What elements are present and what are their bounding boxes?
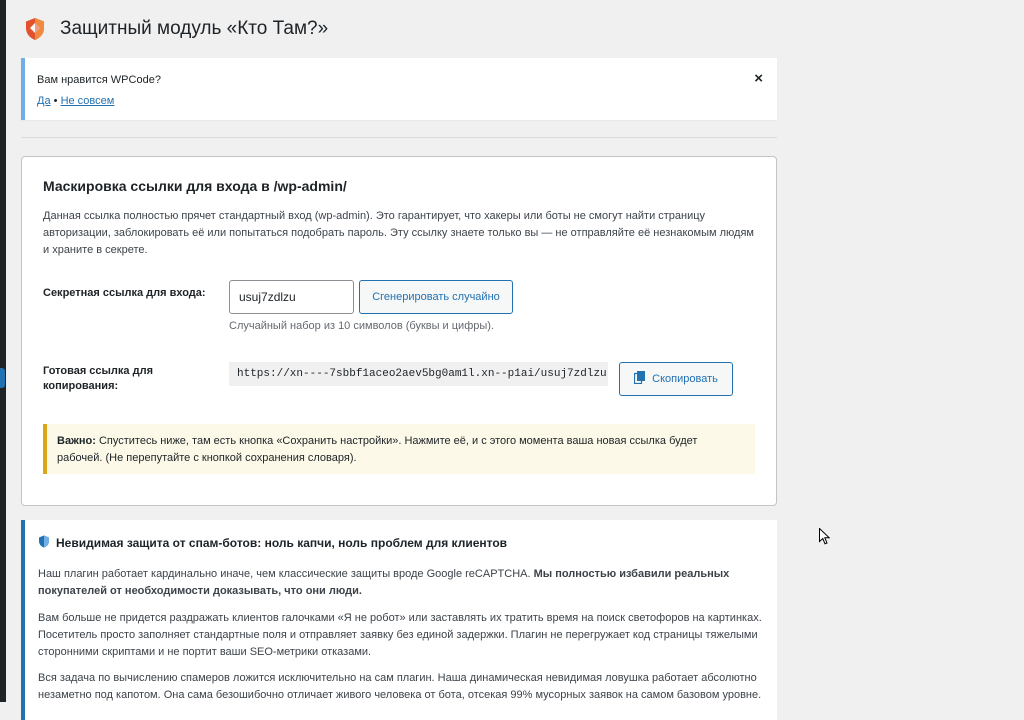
separator-line — [21, 137, 777, 138]
secret-link-hint: Случайный набор из 10 символов (буквы и … — [229, 320, 494, 332]
ready-link-label: Готовая ссылка для копирования: — [43, 365, 153, 392]
main-content: Защитный модуль «Кто Там?» Вам нравится … — [21, 0, 777, 720]
page-header: Защитный модуль «Кто Там?» — [21, 0, 777, 58]
notice-yes-link[interactable]: Да — [37, 95, 51, 107]
spam-paragraph-3: Вся задача по вычислению спамеров ложитс… — [38, 672, 762, 701]
generate-random-button[interactable]: Сгенерировать случайно — [359, 280, 513, 314]
spam-p1-text: Наш плагин работает кардинально иначе, ч… — [38, 568, 534, 580]
shield-icon — [24, 17, 46, 41]
secret-link-input[interactable] — [229, 280, 354, 314]
masking-description: Данная ссылка полностью прячет стандартн… — [43, 210, 754, 256]
close-icon[interactable]: × — [754, 70, 763, 87]
warning-strong: Важно: — [57, 435, 96, 447]
copy-icon — [634, 371, 646, 387]
login-masking-card: Маскировка ссылки для входа в /wp-admin/… — [21, 156, 777, 506]
mouse-cursor-icon — [819, 527, 831, 550]
notice-links: Да • Не совсем — [37, 95, 114, 107]
spam-protection-card: Невидимая защита от спам-ботов: ноль кап… — [21, 520, 777, 720]
spam-paragraph-1: Наш плагин работает кардинально иначе, ч… — [38, 566, 763, 600]
wpcode-feedback-notice: Вам нравится WPCode? Да • Не совсем × — [21, 58, 777, 120]
shield-icon — [38, 535, 50, 551]
spam-title: Невидимая защита от спам-ботов: ноль кап… — [38, 535, 507, 551]
notice-question: Вам нравится WPCode? — [37, 74, 161, 86]
spam-title-text: Невидимая защита от спам-ботов: ноль кап… — [56, 536, 508, 550]
masking-title: Маскировка ссылки для входа в /wp-admin/ — [43, 178, 347, 194]
page-title: Защитный модуль «Кто Там?» — [60, 18, 329, 39]
admin-sidebar-edge — [0, 0, 6, 702]
copy-button[interactable]: Скопировать — [619, 362, 733, 396]
notice-no-link[interactable]: Не совсем — [61, 95, 115, 107]
save-warning: Важно: Спуститесь ниже, там есть кнопка … — [43, 424, 755, 474]
spam-paragraph-2: Вам больше не придется раздражать клиент… — [38, 612, 762, 658]
notice-separator: • — [53, 95, 58, 107]
secret-link-label: Секретная ссылка для входа: — [43, 287, 206, 299]
warning-text: Спуститесь ниже, там есть кнопка «Сохран… — [57, 435, 698, 464]
ready-link-url: https://xn----7sbbf1aceo2aev5bg0am1l.xn-… — [229, 362, 608, 386]
sidebar-collapse-tab[interactable] — [0, 368, 5, 388]
copy-button-label: Скопировать — [652, 373, 718, 385]
